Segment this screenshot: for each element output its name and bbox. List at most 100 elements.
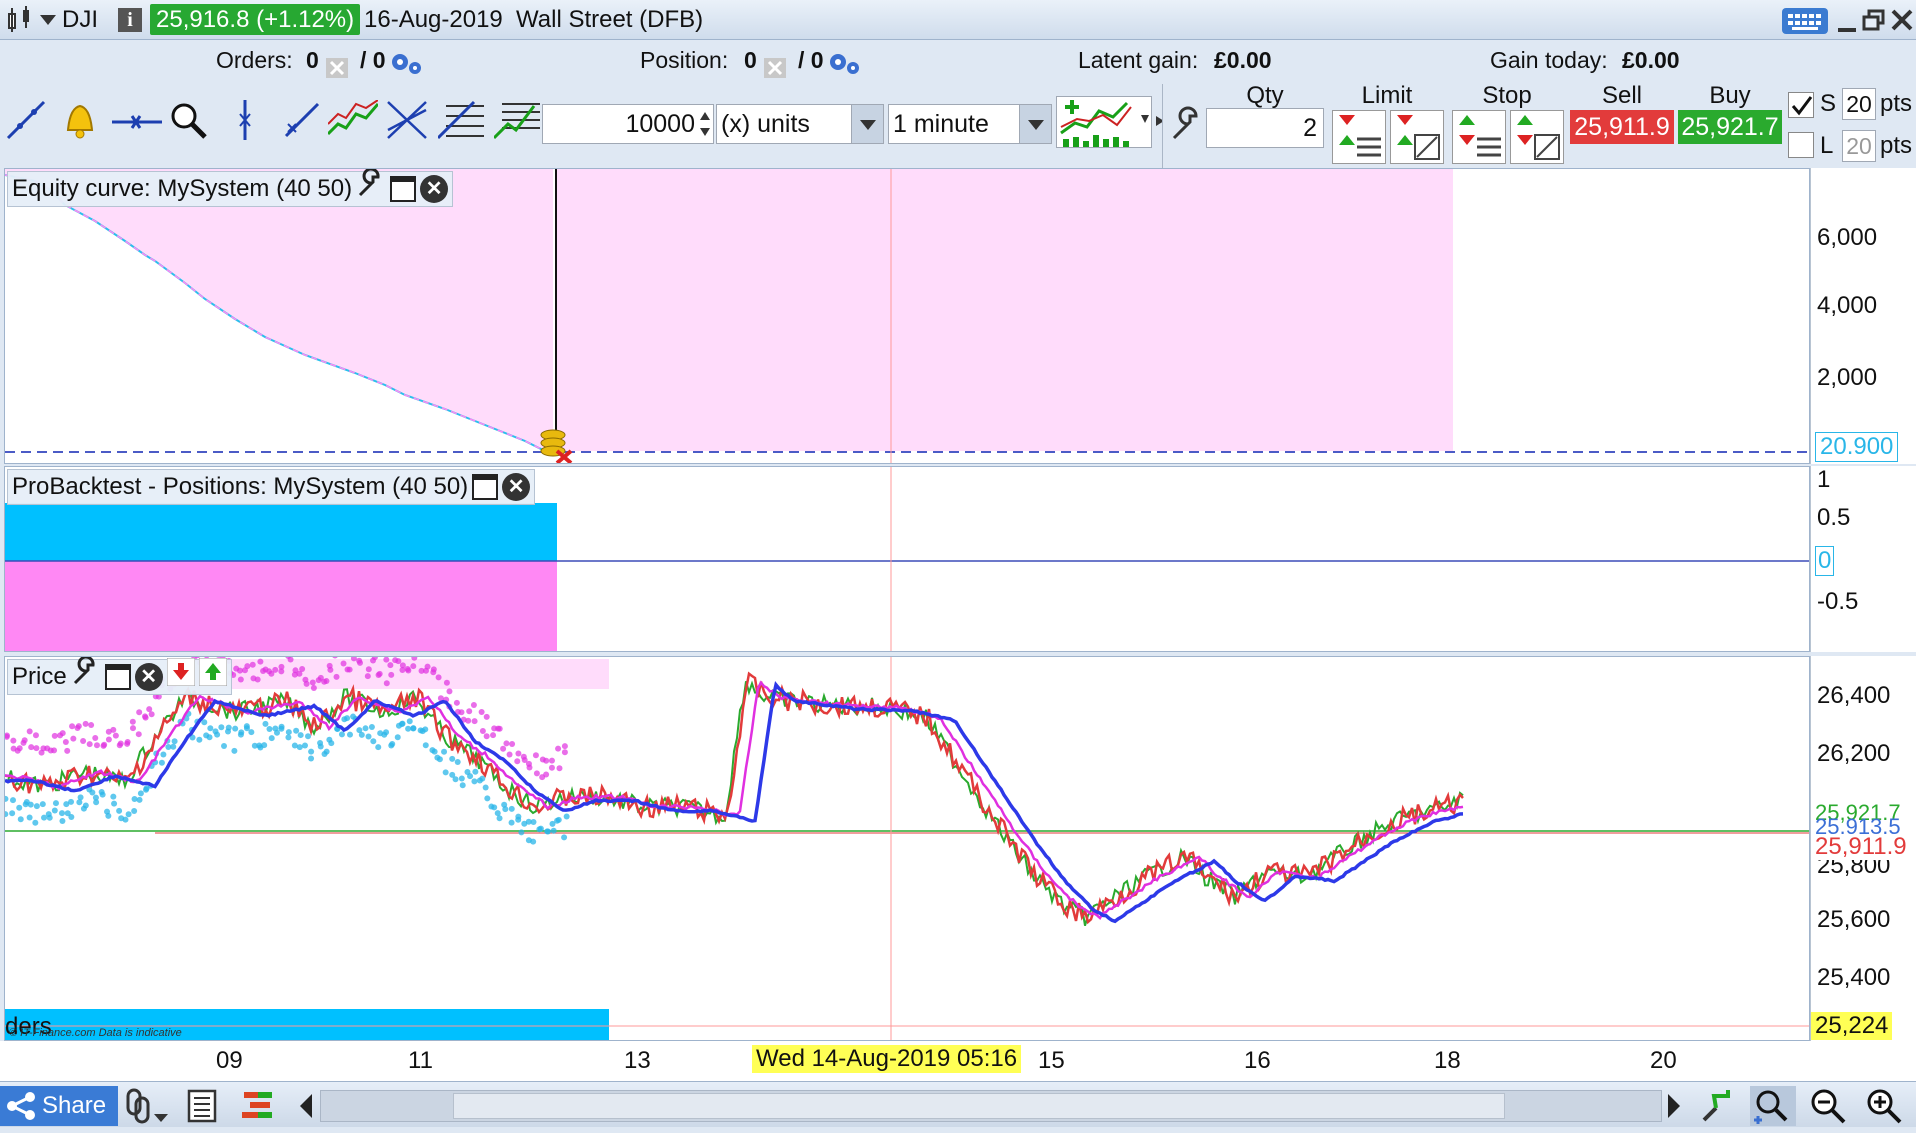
price-change-badge: 25,916.8 (+1.12%) (150, 4, 361, 35)
band-upper-dot (365, 666, 372, 673)
chevron-down-icon[interactable] (851, 105, 883, 143)
band-lower-dot (122, 816, 129, 823)
band-upper-dot (93, 742, 100, 749)
band-upper-dot (64, 747, 71, 754)
zoom-out-icon[interactable] (1808, 1086, 1848, 1131)
band-lower-dot (26, 814, 33, 821)
buy-label: Buy (1709, 82, 1751, 109)
band-lower-dot (248, 729, 255, 736)
equity-area-before (5, 169, 553, 451)
stop-loss-checkbox[interactable] (1788, 92, 1814, 118)
band-lower-dot (405, 725, 412, 732)
wrench-icon[interactable] (1168, 104, 1204, 144)
stop-loss-points-input[interactable]: 20 (1842, 88, 1876, 120)
limit-points-input[interactable]: 20 (1842, 130, 1876, 162)
alert-bell-icon[interactable] (60, 100, 100, 140)
buy-price-button[interactable]: 25,921.7 (1678, 110, 1782, 144)
band-lower-dot (431, 748, 438, 755)
quantity-stepper[interactable] (698, 106, 712, 142)
stop-buy-button[interactable] (1510, 110, 1564, 164)
horizontal-line-icon[interactable] (112, 100, 162, 140)
band-upper-dot (543, 757, 550, 764)
link-icon[interactable] (124, 1088, 170, 1129)
close-panel-icon[interactable]: ✕ (134, 663, 163, 691)
close-panel-icon[interactable]: ✕ (420, 175, 449, 203)
wrench-icon[interactable] (71, 657, 101, 697)
equity-panel-header: Equity curve: MySystem (40 50) ✕ (7, 169, 454, 209)
band-upper-dot (405, 667, 412, 674)
band-lower-dot (218, 724, 225, 731)
equity-curve-chart[interactable]: Equity curve: MySystem (40 50) ✕ (4, 168, 1810, 464)
positions-chart[interactable]: ProBacktest - Positions: MySystem (40 50… (4, 466, 1810, 652)
bars-icon[interactable] (240, 1088, 276, 1129)
zoom-in-icon[interactable] (1864, 1086, 1904, 1131)
qty-input[interactable]: 2 (1206, 108, 1324, 148)
band-upper-dot (483, 733, 490, 740)
band-upper-dot (136, 709, 143, 716)
band-upper-dot (80, 738, 87, 745)
stop-sell-button[interactable] (1452, 110, 1506, 164)
band-lower-dot (422, 742, 429, 749)
band-upper-dot (496, 725, 503, 732)
vertical-line-icon[interactable] (230, 100, 270, 140)
band-upper-dot (124, 739, 131, 746)
add-indicator-button[interactable] (1056, 96, 1152, 148)
low-price-tag: 25,224 (1811, 1012, 1893, 1040)
scrollbar-thumb[interactable] (453, 1093, 1505, 1119)
horizontal-scrollbar[interactable] (320, 1090, 1662, 1122)
scroll-right-icon[interactable] (1664, 1090, 1684, 1122)
wrench-icon[interactable] (356, 169, 386, 209)
candlestick-icon[interactable] (6, 6, 34, 34)
equity-curve-plot (5, 169, 1809, 463)
price-chart[interactable]: Price ✕ ders © IT-Finance.com Data is in… (4, 656, 1810, 1041)
timeframe-select[interactable]: 1 minute (888, 104, 1052, 144)
units-select[interactable]: (x) units (716, 104, 884, 144)
notepad-icon[interactable] (186, 1088, 218, 1129)
buy-arrow-icon[interactable] (198, 657, 228, 696)
minimize-icon[interactable] (1836, 10, 1860, 34)
close-panel-icon[interactable]: ✕ (502, 473, 531, 501)
band-upper-dot (465, 717, 472, 724)
share-button[interactable]: Share (0, 1086, 118, 1126)
sell-arrow-icon[interactable] (166, 657, 196, 696)
chevron-down-icon[interactable] (40, 14, 56, 32)
close-icon[interactable] (1890, 8, 1914, 32)
ray-line-icon[interactable] (282, 100, 322, 140)
band-upper-dot (257, 658, 264, 665)
quantity-input[interactable]: 10000 (542, 104, 714, 144)
limit-sell-button[interactable] (1332, 110, 1386, 164)
info-icon[interactable]: i (118, 8, 142, 32)
band-lower-dot (454, 758, 461, 765)
band-lower-dot (231, 747, 238, 754)
band-lower-dot (370, 738, 377, 745)
chevron-down-icon[interactable] (1019, 105, 1051, 143)
limit-checkbox[interactable] (1788, 132, 1814, 158)
keyboard-icon[interactable] (1782, 8, 1828, 34)
trendline-icon[interactable] (6, 100, 46, 140)
band-upper-dot (424, 663, 431, 670)
band-upper-dot (254, 676, 261, 683)
close-position-icon[interactable] (764, 50, 786, 78)
sell-price-button[interactable]: 25,911.9 (1570, 110, 1674, 144)
limit-buy-button[interactable] (1390, 110, 1444, 164)
fan-lines-icon[interactable] (386, 100, 427, 140)
zoom-area-icon[interactable] (1750, 1086, 1796, 1126)
auto-scroll-icon[interactable] (1700, 1088, 1736, 1129)
maximize-panel-icon[interactable] (390, 176, 417, 202)
maximize-panel-icon[interactable] (472, 474, 499, 500)
maximize-panel-icon[interactable] (104, 664, 131, 690)
symbol-label[interactable]: DJI (62, 0, 98, 40)
restore-icon[interactable] (1862, 8, 1886, 32)
cancel-orders-icon[interactable] (326, 50, 348, 78)
zoom-magnifier-icon[interactable] (168, 100, 208, 140)
band-lower-dot (338, 731, 345, 738)
fibonacci-icon[interactable] (436, 100, 484, 140)
band-upper-dot (466, 708, 473, 715)
gann-grid-icon[interactable] (492, 100, 540, 140)
channel-icon[interactable] (326, 99, 380, 140)
price-axis-label: 26,400 (1817, 682, 1891, 709)
band-upper-dot (88, 722, 95, 729)
scroll-left-icon[interactable] (296, 1090, 316, 1122)
band-lower-dot (261, 742, 268, 749)
band-upper-dot (310, 684, 317, 691)
